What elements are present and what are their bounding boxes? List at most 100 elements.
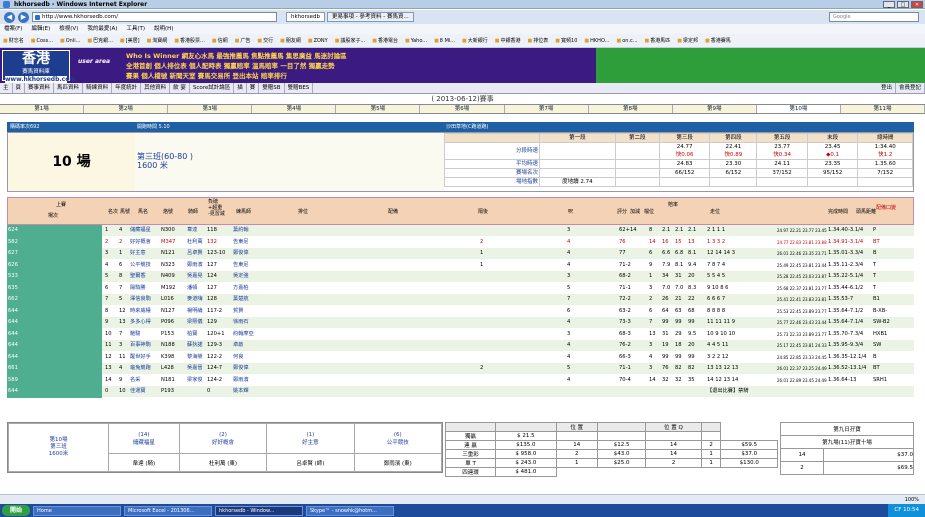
race-tab[interactable]: 第3場 [168,105,253,113]
cell-race[interactable]: 533 [7,271,102,283]
browser-tab-1[interactable]: hkhorsedb [286,12,326,22]
taskbar-item-skype[interactable]: Skype™ - snowhk@hotm... [306,505,394,516]
favorite-link[interactable]: 中銀香港 [495,37,521,44]
table-row[interactable]: 644 10 7 馳駿 P153 柏寶 120+1 約翰摩亞 3 68-3 13 31 29 9.5 10 … [7,328,914,341]
cell-name[interactable]: 百事神駒 [130,340,151,352]
cell-name[interactable]: 聖爾香 [130,271,146,283]
menu-tools[interactable]: 工具(T) [126,24,145,34]
favorite-link[interactable]: 信網 [212,37,228,44]
start-button[interactable]: 開始 [2,505,30,516]
favorite-link[interactable]: 梁定邦 [677,37,698,44]
cell-race[interactable]: 644 [7,317,102,329]
site-nav-item[interactable]: 賽事資料 [25,83,55,93]
banner-line-1[interactable]: Who Is Winner 網友心水馬 最強推薦馬 焦點推薦馬 集思廣益 馬迷討… [126,51,347,61]
taskbar-item-ie[interactable]: hkhorsedb - Window... [215,505,303,516]
favorite-link[interactable]: 財忘名 [3,37,24,44]
menu-view[interactable]: 檢視(V) [59,24,78,34]
site-nav-item[interactable]: 頁 [13,83,26,93]
menu-help[interactable]: 說明(H) [154,24,173,34]
cell-race[interactable]: 582 [7,236,102,248]
site-nav-item[interactable]: 描 [234,83,247,93]
favorite-link[interactable]: 香港電台 [372,37,398,44]
table-row[interactable]: 582 2 2 好好概會 M347 杜利萬 132 告東尼 2 4 76 14 16 15 13 1 3 3 … [7,236,914,248]
cell-race[interactable]: 624 [7,225,102,237]
favorite-link[interactable]: Yaho... [405,38,427,44]
table-row[interactable]: 626 4 6 公平競技 N323 鄭雨濱 127 告東尼 1 4 71-2 9 7.9 8.1 9.4 7 … [7,259,914,271]
table-row[interactable]: 644 11 3 百事神駒 N188 蘇狄諾 129-3 卓啟 4 76-2 3 19 18 20 4 4 … [7,340,914,352]
site-logo[interactable]: 香港 賽馬資料庫 www.hkhorsedb.com [2,50,76,83]
maximize-button[interactable]: □ [897,1,909,8]
site-nav-item[interactable]: 年度統計 [112,83,142,93]
cell-name[interactable]: 佳運寶 [130,386,146,398]
site-nav-item[interactable]: 馬匹資料 [54,83,84,93]
table-row[interactable]: 635 6 7 陽駒勝 M192 潘頓 127 方嘉柏 5 71-1 3 7.0 7.0 8.3 9 10 … [7,282,914,295]
logout-link[interactable]: 登出 [878,83,896,93]
table-row[interactable]: 627 3 1 好主意 N121 呂卓賢 123-10 鄭俊偉 1 4 77 6 6.6 6.8 8.1 12… [7,248,914,260]
race-tab[interactable]: 第4場 [252,105,337,113]
site-nav-item[interactable]: 飲 宴 [170,83,190,93]
favorite-link[interactable]: 香港股票... [174,37,205,44]
table-row[interactable]: 644 12 11 醒世好手 K398 黎海榮 122-2 何良 4 66-3 4 99 99 99 3 2… [7,351,914,364]
race-tab[interactable]: 第9場 [673,105,757,113]
minimize-button[interactable]: _ [883,1,895,8]
cell-race[interactable]: 635 [7,282,102,294]
cell-name[interactable]: 名采 [130,375,140,387]
cell-race[interactable]: 644 [7,351,102,363]
site-nav-item[interactable]: 主 [0,83,13,93]
cell-race[interactable]: 644 [7,340,102,352]
back-icon[interactable]: ◀ [4,11,15,23]
table-row[interactable]: 661 13 4 龜兔競跑 L428 吳嘉晉 124-7 鄭俊偉 2 5 71-1 3 76 82 82 13… [7,363,914,375]
cell-name[interactable]: 龜兔競跑 [130,363,151,375]
race-tab[interactable]: 第5場 [336,105,421,113]
banner-links[interactable]: Who Is Winner 網友心水馬 最強推薦馬 焦點推薦馬 集思廣益 馬迷討… [126,51,347,81]
favorite-link[interactable]: 大新銀行 [462,37,488,44]
favorite-link[interactable]: 寬頻10 [555,37,577,44]
favorite-link[interactable]: 广告 [235,37,250,44]
cell-name[interactable]: 醒世好手 [130,352,151,364]
site-nav-item[interactable]: Score試計論區 [190,83,235,93]
favorite-link[interactable]: Coss... [31,38,53,44]
cell-race[interactable]: 644 [7,386,102,398]
race-tab[interactable]: 第2場 [84,105,169,113]
favorite-link[interactable]: on.c... [616,38,637,44]
favorite-link[interactable]: 朋友網 [280,37,301,44]
browser-tab-2[interactable]: 更易事項 - 參考資料 - 賽馬資... [327,12,414,22]
table-row[interactable]: 644 9 13 多多心得 P096 梁熙儀 129 徐雨石 4 73-3 7 99 99 99 11 11… [7,317,914,329]
race-tab[interactable]: 第10場 [756,105,841,113]
cell-name[interactable]: 好主意 [130,248,146,260]
cell-race[interactable]: 626 [7,259,102,271]
race-tab[interactable]: 第11場 [841,105,925,113]
cell-name[interactable]: 多多心得 [130,317,151,329]
tray-lang[interactable]: CF [894,507,901,513]
site-nav-item[interactable]: 其他資料 [141,83,171,93]
menu-file[interactable]: 檔案(F) [4,24,22,34]
forward-icon[interactable]: ▶ [18,11,29,23]
race-tab[interactable]: 第8場 [589,105,673,113]
site-nav-item[interactable]: 騎練資料 [83,83,113,93]
table-row[interactable]: 533 5 8 聖爾香 N409 吳嘉晃 124 吳定強 3 68-2 1 34 31 20 5 5 4 5… [7,271,914,283]
taskbar-item-home[interactable]: Home [33,505,121,516]
favorite-link[interactable]: [美居] [120,37,140,44]
race-tab[interactable]: 第7場 [505,105,589,113]
menu-favorites[interactable]: 我的最愛(A) [87,24,117,34]
cell-race[interactable]: 661 [7,363,102,375]
cell-race[interactable]: 627 [7,248,102,260]
favorite-link[interactable]: 8 Mi... [434,38,455,44]
race-tab[interactable]: 第6場 [420,105,505,113]
favorite-link[interactable]: 議股家子... [335,37,365,44]
favorite-link[interactable]: 巴克銀... [87,37,113,44]
cell-name[interactable]: 時來威權 [130,306,151,318]
table-row[interactable]: 662 7 5 澤信良駒 L016 麥道嗨 128 葉楚航 7 72-2 2 26 21 22 6 6 6 … [7,294,914,306]
favorite-link[interactable]: ZONY [308,38,328,44]
favorite-link[interactable]: 排位表 [528,37,548,44]
menu-edit[interactable]: 編輯(E) [31,24,50,34]
favorite-link[interactable]: HKHO... [584,38,609,44]
cell-name[interactable]: 陽駒勝 [130,283,146,295]
site-nav-item[interactable]: 雙贈SB [259,83,285,93]
favorite-link[interactable]: 淘寶網 [147,37,167,44]
cell-name[interactable]: 馳駿 [130,329,140,341]
favorite-link[interactable]: 交行 [257,37,273,44]
table-row[interactable]: 644 8 12 時來威權 N127 楊明綸 117-2 賀賢 6 63-2 6 64 63 68 8 8 … [7,305,914,318]
table-row[interactable]: 624 1 4 儲藏福星 N300 韋達 118 葉約翰 3 62+14 8 2.1 2.1 2.1 2 1… [7,225,914,237]
site-nav-item[interactable]: 雙贈BES [285,83,314,93]
